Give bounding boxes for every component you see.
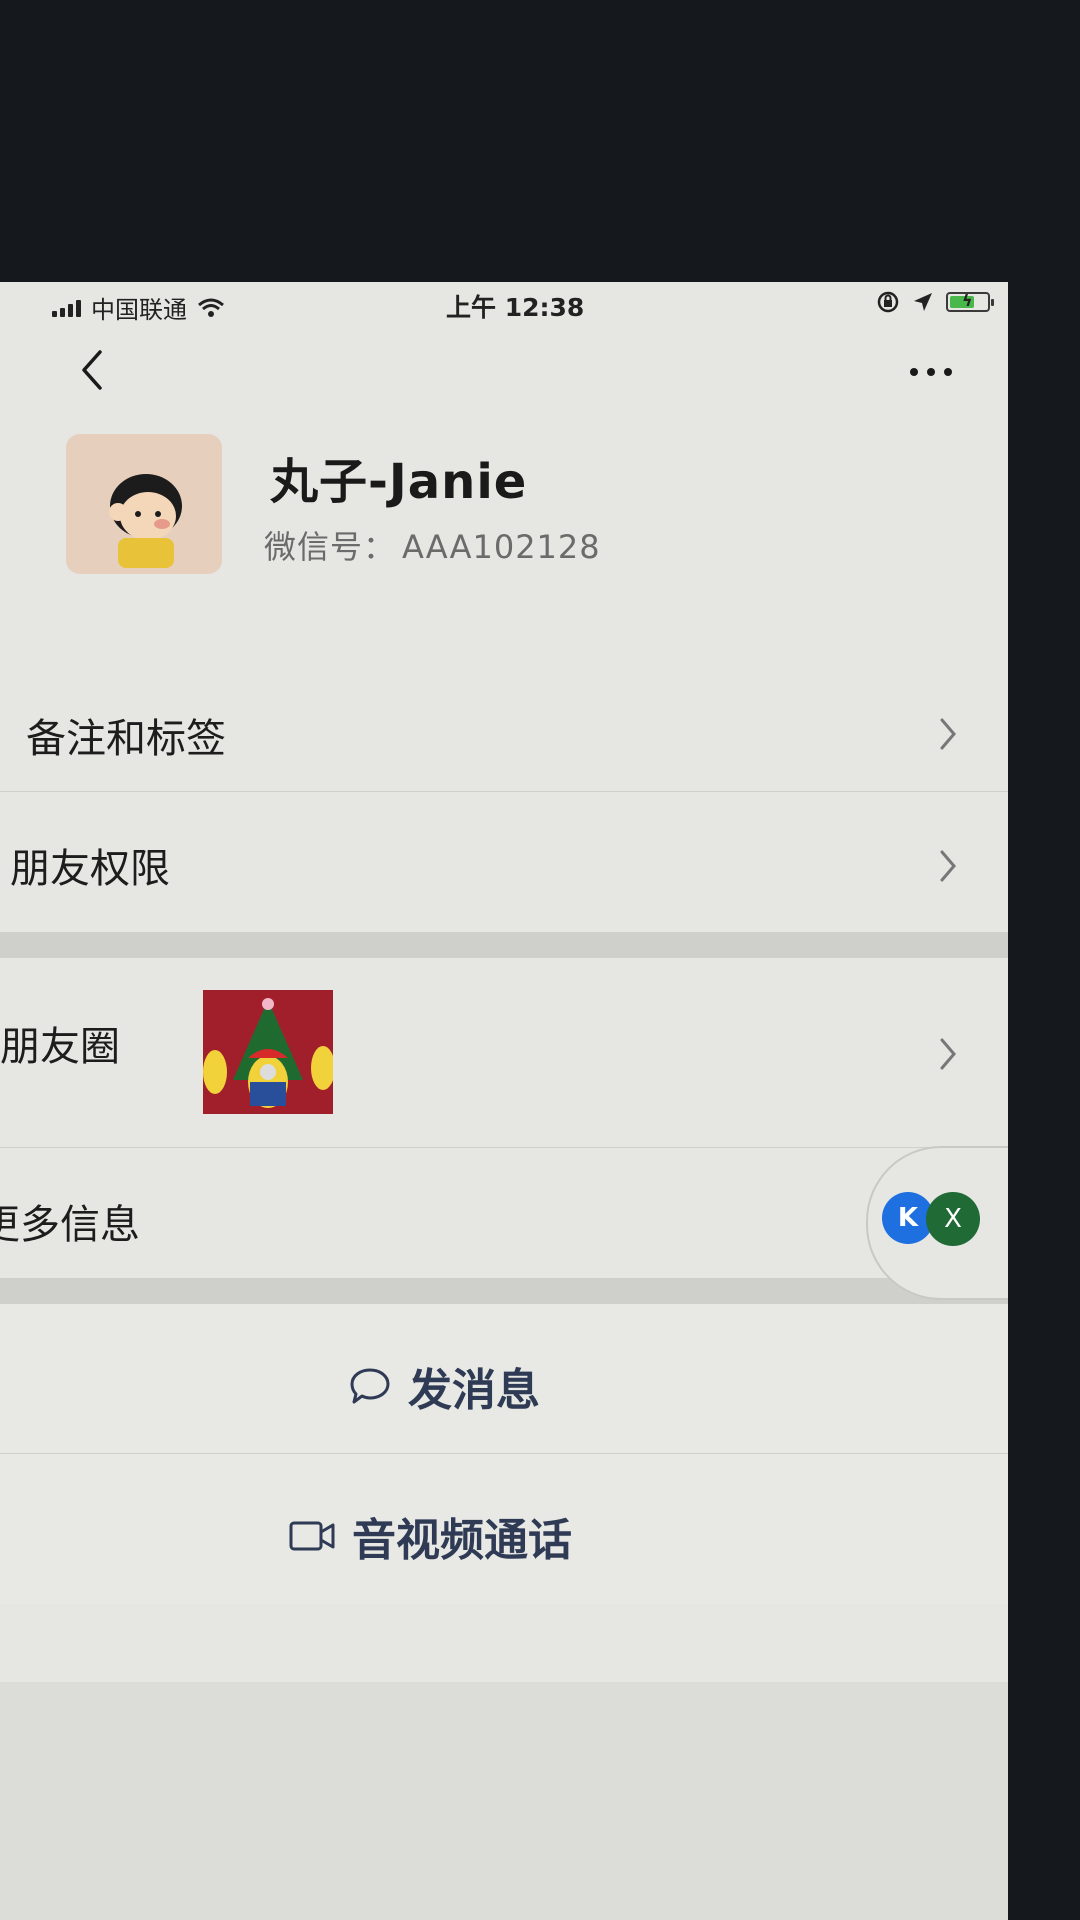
ellipsis-icon <box>910 368 952 376</box>
wechat-id-label: 微信号： <box>264 528 397 566</box>
moments-label: 朋友圈 <box>0 1024 120 1070</box>
profile-header: 丸子-Janie 微信号： AAA102128 <box>0 428 1008 678</box>
wifi-icon <box>198 298 224 317</box>
moments-thumbnail <box>203 990 333 1114</box>
rotation-lock-icon <box>877 291 899 313</box>
avatar[interactable] <box>66 434 222 574</box>
video-call-label: 音视频通话 <box>352 1515 572 1566</box>
chevron-right-icon <box>940 850 956 882</box>
status-right: ϟ <box>876 290 994 314</box>
status-left: 中国联通 <box>52 290 225 325</box>
section-separator <box>0 932 1008 958</box>
send-message-content: 发消息 <box>348 1354 540 1418</box>
video-camera-icon <box>289 1521 335 1551</box>
row-more-info[interactable]: 更多信息 <box>0 1148 1008 1278</box>
send-message-button[interactable]: 发消息 <box>0 1304 1008 1454</box>
wechat-id-value: AAA102128 <box>402 528 601 566</box>
cartoon-girl-avatar-image <box>66 434 222 574</box>
chevron-right-icon <box>940 1038 956 1070</box>
row-moments[interactable]: 朋友圈 <box>0 958 1008 1148</box>
remarks-tags-label: 备注和标签 <box>26 716 226 762</box>
profile-name: 丸子-Janie <box>270 454 528 510</box>
carrier-name: 中国联通 <box>91 296 187 324</box>
video-call-content: 音视频通话 <box>288 1504 572 1568</box>
section-separator <box>0 1278 1008 1304</box>
video-call-button[interactable]: 音视频通话 <box>0 1454 1008 1604</box>
chevron-right-icon <box>940 718 956 750</box>
chevron-left-icon <box>82 350 102 390</box>
more-options-button[interactable] <box>904 352 958 392</box>
signal-icon <box>52 299 81 317</box>
status-time: 上午 12:38 <box>446 293 585 322</box>
christmas-minions-image <box>203 990 333 1114</box>
nav-bar <box>0 332 1008 428</box>
more-info-label: 更多信息 <box>0 1202 140 1248</box>
row-friend-permissions[interactable]: 朋友权限 <box>0 792 1008 932</box>
bottom-blank-area <box>0 1682 1008 1920</box>
close-x-icon[interactable]: X <box>926 1192 980 1246</box>
location-arrow-icon <box>914 293 932 311</box>
back-button[interactable] <box>70 342 114 398</box>
send-message-label: 发消息 <box>408 1365 540 1416</box>
friend-permissions-label: 朋友权限 <box>10 846 170 892</box>
row-remarks-tags[interactable]: 备注和标签 <box>0 662 1008 792</box>
battery-icon: ϟ <box>946 291 994 312</box>
wechat-id-line: 微信号： AAA102128 <box>264 522 601 568</box>
floating-overlay-bubble[interactable]: K X <box>866 1146 1008 1300</box>
phone-screen: 中国联通 上午 12:38 ϟ 丸子-Janie 微信号： AAA102128 … <box>0 282 1008 1920</box>
status-bar: 中国联通 上午 12:38 ϟ <box>0 282 1008 332</box>
chat-bubble-icon <box>350 1368 390 1404</box>
